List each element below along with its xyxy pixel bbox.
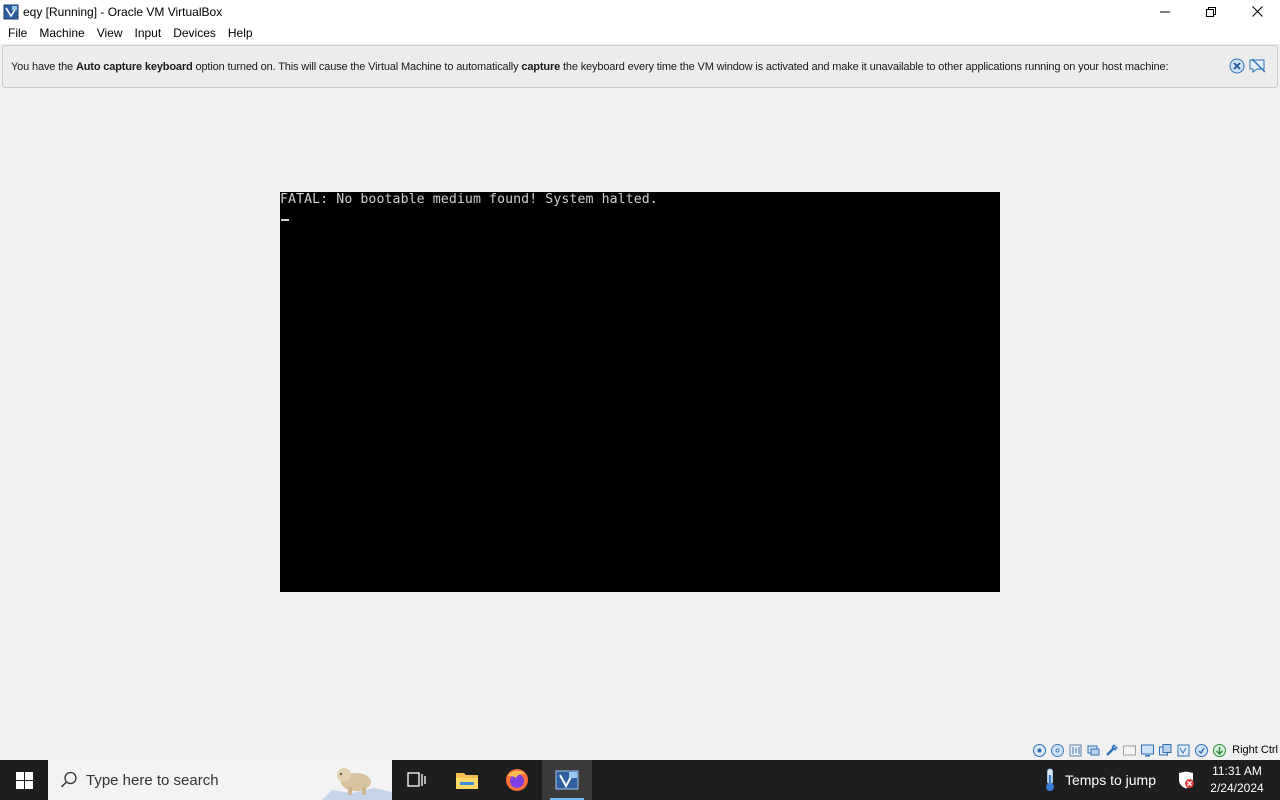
menu-file[interactable]: File [2,23,33,44]
menu-input[interactable]: Input [129,23,168,44]
menu-devices[interactable]: Devices [167,23,222,44]
firefox-button[interactable] [492,760,542,800]
virtualbox-icon [555,770,579,790]
weather-widget[interactable]: Temps to jump [1043,768,1156,792]
console-output: FATAL: No bootable medium found! System … [280,192,658,207]
audio-icon[interactable] [1068,743,1083,758]
usb-icon[interactable] [1104,743,1119,758]
menu-bar: File Machine View Input Devices Help [0,23,1280,44]
optical-drive-icon[interactable] [1050,743,1065,758]
menu-view[interactable]: View [91,23,129,44]
task-view-button[interactable] [392,760,442,800]
recording-icon[interactable] [1158,743,1173,758]
window-controls [1142,0,1280,23]
virtualbox-taskbar-button[interactable] [542,760,592,800]
minimize-button[interactable] [1142,0,1188,23]
host-key-label: Right Ctrl [1232,744,1278,756]
close-button[interactable] [1234,0,1280,23]
file-explorer-button[interactable] [442,760,492,800]
display-icon[interactable] [1140,743,1155,758]
minimize-icon [1160,11,1170,12]
search-icon [60,771,77,788]
console-cursor [281,219,289,221]
clock-date: 2/24/2024 [1210,781,1264,795]
system-tray: Temps to jump 11:31 AM 2/24/2024 [1043,760,1280,800]
network-icon[interactable] [1086,743,1101,758]
close-notice-icon[interactable] [1229,58,1245,74]
windows-logo-icon [15,771,33,789]
notice-bold-1: Auto capture keyboard [75,60,193,73]
security-alert-icon [1179,771,1194,789]
shared-folders-icon[interactable] [1122,743,1137,758]
title-bar: eqy [Running] - Oracle VM VirtualBox [0,0,1280,23]
auto-capture-notice: You have the Auto capture keyboard optio… [2,45,1278,88]
mouse-integration-icon[interactable] [1194,743,1209,758]
weather-text: Temps to jump [1064,772,1156,788]
close-icon [1251,6,1263,17]
menu-machine[interactable]: Machine [33,23,90,44]
taskbar: Type here to search Temps to jump 11:31 … [0,760,1280,800]
security-tray-button[interactable] [1170,760,1202,800]
restore-button[interactable] [1188,0,1234,23]
thermometer-icon [1045,768,1054,791]
notice-part-1: You have the [11,60,76,73]
search-placeholder: Type here to search [86,771,219,789]
notice-part-2: option turned on. This will cause the Vi… [192,60,522,73]
firefox-icon [506,769,528,791]
task-view-icon [407,772,426,787]
window-title: eqy [Running] - Oracle VM VirtualBox [23,4,223,19]
vm-status-bar: Right Ctrl [1032,741,1278,759]
notice-text: You have the Auto capture keyboard optio… [11,60,1169,73]
keyboard-capture-icon[interactable] [1212,743,1227,758]
taskbar-search-box[interactable]: Type here to search [48,760,392,800]
notice-part-3: the keyboard every time the VM window is… [560,60,1169,73]
clock[interactable]: 11:31 AM 2/24/2024 [1202,763,1272,797]
menu-help[interactable]: Help [222,23,259,44]
start-button[interactable] [0,760,48,800]
hard-disk-icon[interactable] [1032,743,1047,758]
clock-time: 11:31 AM [1212,764,1262,778]
restore-icon [1206,6,1216,17]
vm-display[interactable]: FATAL: No bootable medium found! System … [280,192,1000,592]
file-explorer-icon [456,773,478,789]
notice-actions [1229,58,1267,74]
search-highlight-art-icon [322,768,392,800]
cpu-icon[interactable] [1176,743,1191,758]
virtualbox-app-icon [3,4,19,19]
mute-notice-icon[interactable] [1249,58,1267,74]
notice-bold-2: capture [521,60,561,73]
